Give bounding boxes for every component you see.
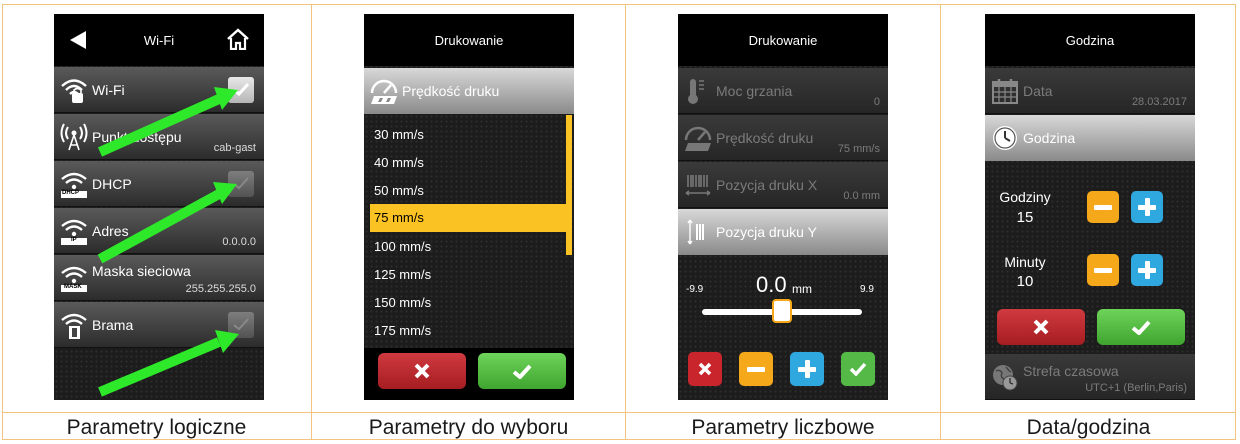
plus-icon <box>798 360 816 378</box>
hours-value: 15 <box>1016 209 1034 226</box>
list-item[interactable]: 50 mm/s <box>370 177 568 205</box>
timezone-row[interactable]: Strefa czasowa UTC+1 (Berlin,Paris) <box>985 354 1195 400</box>
globe-clock-icon <box>993 364 1018 390</box>
scrollbar[interactable] <box>566 115 572 255</box>
heat-row[interactable]: Moc grzania 0 <box>678 68 888 114</box>
value-unit: mm <box>792 282 812 296</box>
row-value: 0.0 mm <box>843 190 880 202</box>
parameter-title: Godzina <box>1023 130 1076 146</box>
caption-select: Parametry do wyboru <box>368 416 569 439</box>
screen-time: Godzina Data 28.03.2017 Godzina Godziny … <box>985 14 1195 400</box>
column-divider <box>311 4 312 440</box>
vertical-position-icon <box>687 219 704 245</box>
row-value: 0 <box>873 96 880 108</box>
caption-logical: Parametry logiczne <box>66 416 247 439</box>
cancel-button[interactable] <box>378 353 466 389</box>
list-item[interactable]: 30 mm/s <box>370 121 568 149</box>
time-header: Godzina <box>985 115 1195 161</box>
screen-title: Godzina <box>1065 32 1115 48</box>
min-value: -9.9 <box>686 284 704 295</box>
cancel-button[interactable] <box>997 309 1085 345</box>
calendar-icon <box>992 78 1018 104</box>
screen-print-position: Drukowanie Moc grzania 0 Prędkość druku … <box>678 14 888 400</box>
row-label: Moc grzania <box>716 82 793 99</box>
green-arrow-icon <box>97 182 237 264</box>
minus-icon <box>747 366 765 372</box>
screen-title: Drukowanie <box>748 32 818 48</box>
speedometer-icon <box>370 79 398 104</box>
screen-print-speed: Drukowanie Prędkość druku 30 mm/s 40 mm/… <box>364 14 574 400</box>
row-label: Data <box>1023 82 1053 99</box>
speedometer-icon <box>684 126 712 151</box>
column-divider <box>625 4 626 440</box>
caption-numeric: Parametry liczbowe <box>691 416 875 439</box>
list-item[interactable]: 100 mm/s <box>370 233 568 261</box>
minutes-increment-button[interactable] <box>1131 254 1163 286</box>
plus-icon <box>1138 261 1156 279</box>
green-arrow-icon <box>98 330 239 397</box>
row-label: Pozycja druku X <box>716 176 818 193</box>
parameter-title: Pozycja druku Y <box>716 224 817 240</box>
confirm-button[interactable] <box>841 352 875 386</box>
title-bar: Drukowanie <box>364 14 574 66</box>
row-divider <box>2 412 1236 413</box>
list-item[interactable]: 125 mm/s <box>370 261 568 289</box>
title-bar: Godzina <box>985 14 1195 66</box>
row-label: Prędkość druku <box>716 129 814 146</box>
close-icon <box>698 362 712 376</box>
close-icon <box>414 363 430 379</box>
clock-icon <box>993 126 1017 150</box>
close-icon <box>1033 319 1049 335</box>
cancel-button[interactable] <box>688 352 722 386</box>
thermometer-icon <box>688 78 704 104</box>
plus-icon <box>1138 198 1156 216</box>
date-row[interactable]: Data 28.03.2017 <box>985 68 1195 114</box>
minutes-decrement-button[interactable] <box>1087 254 1119 286</box>
list-item[interactable]: 40 mm/s <box>370 149 568 177</box>
confirm-button[interactable] <box>478 353 566 389</box>
row-label: Strefa czasowa <box>1023 363 1119 379</box>
list-item-selected[interactable]: 75 mm/s <box>370 204 566 232</box>
hours-decrement-button[interactable] <box>1087 191 1119 223</box>
speed-row[interactable]: Prędkość druku 75 mm/s <box>678 115 888 161</box>
hours-increment-button[interactable] <box>1131 191 1163 223</box>
current-value: 0.0 <box>756 272 787 297</box>
hours-label: Godziny <box>999 189 1051 205</box>
screen-wifi: Wi-Fi Wi-Fi Punkt dostępu cab-gast DHCP … <box>54 14 264 400</box>
green-arrow-icon <box>97 87 238 157</box>
column-divider <box>940 4 941 440</box>
slider-thumb[interactable] <box>772 299 792 323</box>
check-icon <box>512 364 532 379</box>
row-value: 28.03.2017 <box>1131 96 1187 108</box>
increment-button[interactable] <box>790 352 824 386</box>
minus-icon <box>1094 204 1112 210</box>
screen-title: Drukowanie <box>434 32 504 48</box>
check-icon <box>1131 320 1151 335</box>
arrow-annotations <box>97 87 239 397</box>
minus-icon <box>1094 267 1112 273</box>
max-value: 9.9 <box>860 284 874 295</box>
confirm-button[interactable] <box>1097 309 1185 345</box>
barcode-icon <box>685 174 711 196</box>
parameter-header: Prędkość druku <box>364 68 574 114</box>
minutes-value: 10 <box>1016 273 1034 290</box>
title-bar: Drukowanie <box>678 14 888 66</box>
decrement-button[interactable] <box>739 352 773 386</box>
caption-datetime: Data/godzina <box>1026 416 1151 439</box>
list-item[interactable]: 150 mm/s <box>370 289 568 317</box>
position-x-row[interactable]: Pozycja druku X 0.0 mm <box>678 162 888 208</box>
parameter-title: Prędkość druku <box>402 83 500 99</box>
check-icon <box>849 362 867 376</box>
list-item[interactable]: 175 mm/s <box>370 317 568 345</box>
row-value: UTC+1 (Berlin,Paris) <box>1085 382 1187 394</box>
minutes-label: Minuty <box>1004 254 1046 270</box>
position-y-header: Pozycja druku Y <box>678 209 888 255</box>
row-value: 75 mm/s <box>837 143 880 155</box>
